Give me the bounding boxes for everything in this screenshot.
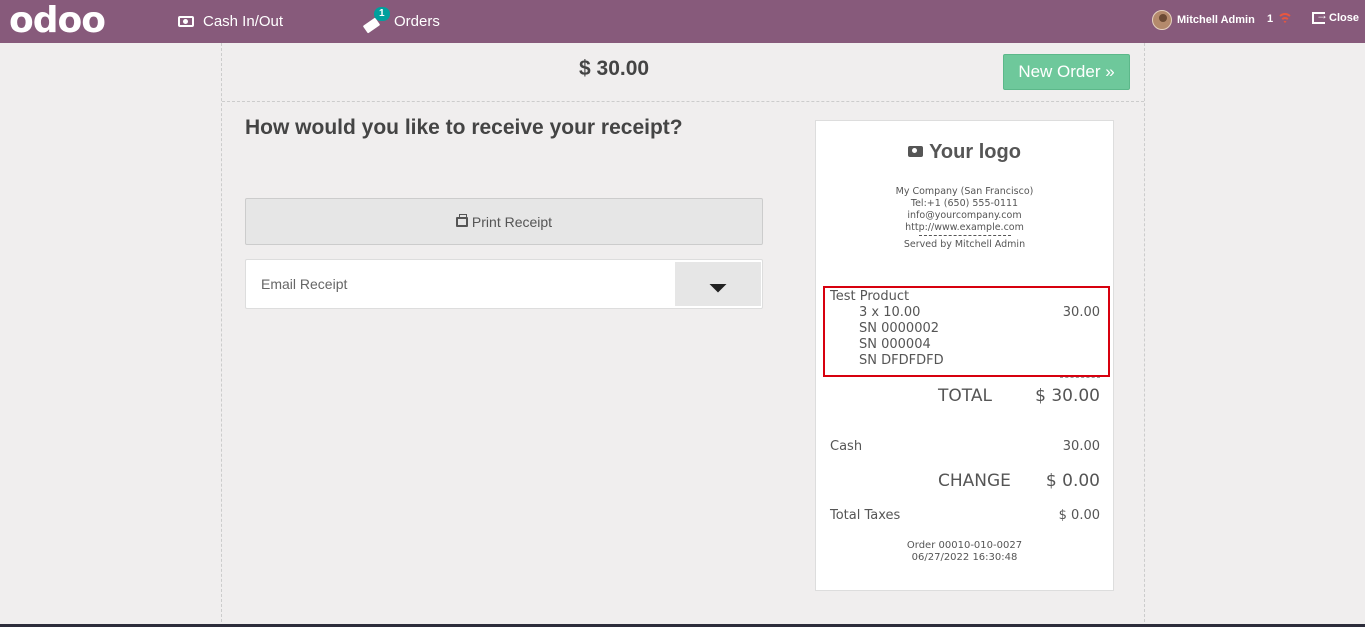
cash-icon <box>178 16 194 27</box>
serial-number: SN 000004 <box>859 337 931 352</box>
divider <box>1060 377 1100 378</box>
payment-amount: 30.00 <box>1062 439 1100 454</box>
print-receipt-label: Print Receipt <box>471 213 553 230</box>
company-website: http://www.example.com <box>905 222 1024 233</box>
cash-in-out-button[interactable]: Cash In/Out <box>178 0 283 43</box>
send-icon <box>709 275 727 293</box>
send-email-button[interactable] <box>675 262 761 306</box>
receipt-logo: Your logo <box>816 141 1113 164</box>
orders-label: Orders <box>394 13 440 30</box>
order-date: 06/27/2022 16:30:48 <box>911 552 1018 563</box>
receipt-screen: $ 30.00 New Order » How would you like t… <box>221 43 1145 627</box>
odoo-logo: odoo <box>9 0 106 41</box>
company-email: info@yourcompany.com <box>907 210 1022 221</box>
company-name: My Company (San Francisco) <box>895 186 1034 197</box>
product-name: Test Product <box>830 289 910 304</box>
served-by: Served by Mitchell Admin <box>903 239 1026 250</box>
top-bar: odoo Cash In/Out 1 Orders Mitchell Admin… <box>0 0 1365 43</box>
network-status[interactable]: 1 <box>1267 13 1294 25</box>
email-receipt-box <box>245 259 763 309</box>
email-receipt-input[interactable] <box>246 260 674 308</box>
total-value: $ 30.00 <box>1035 386 1100 406</box>
orders-count-badge: 1 <box>374 6 390 21</box>
new-order-button[interactable]: New Order » <box>1003 54 1130 90</box>
receipt-preview: Your logo My Company (San Francisco) Tel… <box>815 120 1114 591</box>
user-name: Mitchell Admin <box>1177 14 1255 26</box>
receipt-top-row: $ 30.00 New Order » <box>222 43 1144 102</box>
total-label: TOTAL <box>938 386 992 406</box>
receipt-question: How would you like to receive your recei… <box>245 116 683 139</box>
serial-number: SN DFDFDFD <box>859 353 944 368</box>
product-line-total: 30.00 <box>1062 305 1100 320</box>
order-amount: $ 30.00 <box>579 57 650 80</box>
printer-icon <box>455 213 468 227</box>
company-info: My Company (San Francisco) Tel:+1 (650) … <box>816 186 1113 251</box>
close-button[interactable]: Close <box>1312 8 1359 24</box>
company-phone: Tel:+1 (650) 555-0111 <box>910 198 1019 209</box>
camera-icon <box>908 146 924 157</box>
serial-number: SN 0000002 <box>859 321 940 336</box>
ticket-icon: 1 <box>362 6 390 33</box>
cash-in-out-label: Cash In/Out <box>203 13 284 30</box>
divider <box>918 235 1011 236</box>
order-reference: Order 00010-010-0027 <box>906 540 1023 551</box>
user-menu[interactable]: Mitchell Admin <box>1152 10 1255 30</box>
change-value: $ 0.00 <box>1045 471 1100 491</box>
avatar <box>1152 10 1172 30</box>
change-label: CHANGE <box>938 471 1011 491</box>
network-count: 1 <box>1267 13 1274 25</box>
wifi-icon <box>1277 13 1294 25</box>
receipt-logo-text: Your logo <box>929 141 1021 163</box>
product-qty-price: 3 x 10.00 <box>859 305 921 320</box>
taxes-value: $ 0.00 <box>1058 508 1100 523</box>
print-receipt-button[interactable]: Print Receipt <box>245 198 763 245</box>
payment-method: Cash <box>830 439 863 454</box>
taxes-label: Total Taxes <box>830 508 901 523</box>
orders-button[interactable]: 1 Orders <box>362 0 440 43</box>
close-label: Close <box>1329 12 1359 24</box>
exit-icon <box>1312 8 1328 24</box>
